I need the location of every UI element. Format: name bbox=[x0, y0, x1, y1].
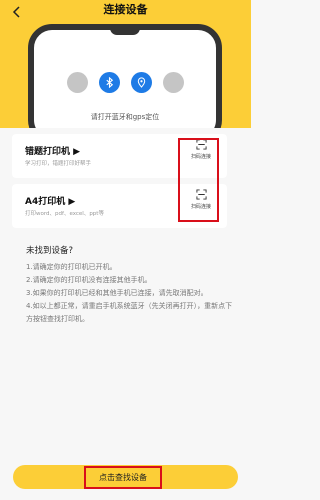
location-pin-icon bbox=[137, 77, 145, 88]
bluetooth-icon bbox=[105, 77, 113, 88]
header-area: 连接设备 请打开蓝牙和gps定位 bbox=[0, 0, 251, 128]
help-line: 4.如以上都正常，请重启手机系统蓝牙（先关闭再打开），重新点下方按钮查找打印机。 bbox=[26, 302, 233, 323]
phone-notch bbox=[110, 24, 140, 35]
placeholder-circle bbox=[162, 72, 184, 93]
page-title: 连接设备 bbox=[103, 3, 148, 16]
card-title: 错题打印机 ▶ bbox=[25, 147, 81, 157]
help-line: 3.如果你的打印机已经和其他手机已连接，请先取消配对。 bbox=[26, 289, 208, 297]
card-subtitle: 打印word、pdf、excel、ppt等 bbox=[25, 211, 104, 217]
card-subtitle: 学习打印，错题打印好帮手 bbox=[25, 161, 92, 167]
location-button[interactable] bbox=[130, 72, 152, 93]
card-title: A4打印机 ▶ bbox=[25, 197, 76, 207]
help-section: 未找到设备? 1.请确定你的打印机已开机。 2.请确定你的打印机没有连接其他手机… bbox=[26, 244, 236, 326]
phone-illustration: 请打开蓝牙和gps定位 bbox=[28, 24, 222, 128]
bluetooth-button[interactable] bbox=[98, 72, 120, 93]
help-line: 1.请确定你的打印机已开机。 bbox=[26, 263, 117, 271]
permission-hint: 请打开蓝牙和gps定位 bbox=[90, 113, 160, 121]
help-line: 2.请确定你的打印机没有连接其他手机。 bbox=[26, 276, 152, 284]
help-title: 未找到设备? bbox=[26, 246, 74, 256]
placeholder-circle bbox=[66, 72, 88, 93]
find-device-label[interactable]: 点击查找设备 bbox=[84, 466, 162, 489]
highlight-box-scan bbox=[178, 138, 219, 222]
phone-button-row bbox=[34, 72, 216, 93]
